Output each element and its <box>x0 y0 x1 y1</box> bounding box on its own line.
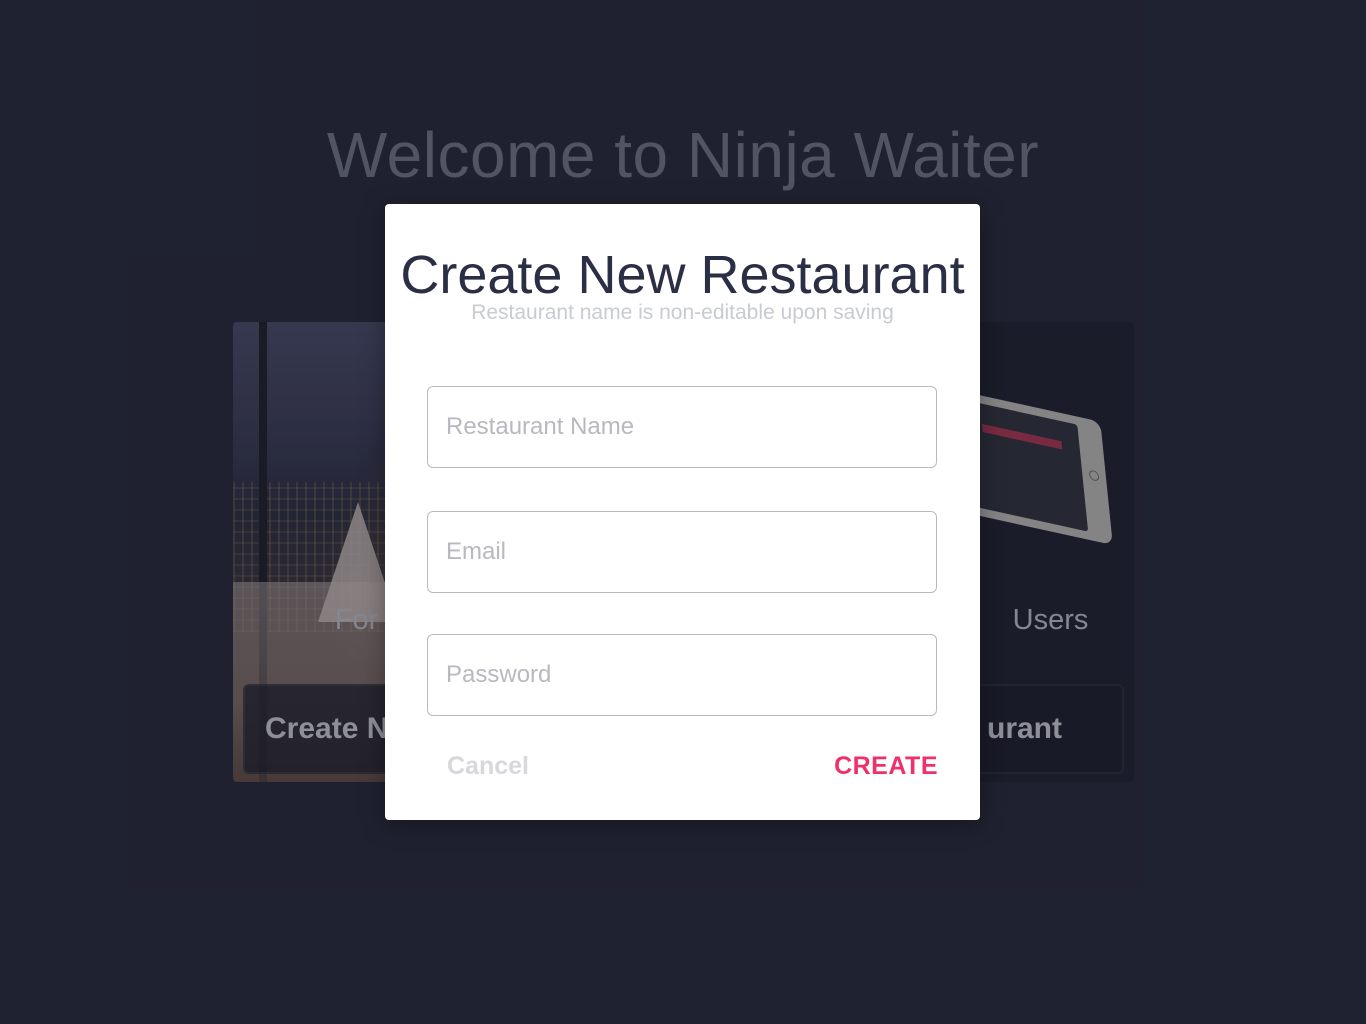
create-button[interactable]: CREATE <box>834 752 938 781</box>
welcome-screen: Welcome to Ninja Waiter For Create N Use… <box>0 0 1366 1024</box>
dialog-subtitle: Restaurant name is non-editable upon sav… <box>471 301 894 324</box>
email-input[interactable] <box>427 511 937 593</box>
restaurant-name-input[interactable] <box>427 386 937 468</box>
create-restaurant-dialog: Create New Restaurant Restaurant name is… <box>385 204 980 820</box>
cancel-button[interactable]: Cancel <box>447 752 529 781</box>
dialog-title: Create New Restaurant <box>400 245 965 305</box>
password-input[interactable] <box>427 634 937 716</box>
